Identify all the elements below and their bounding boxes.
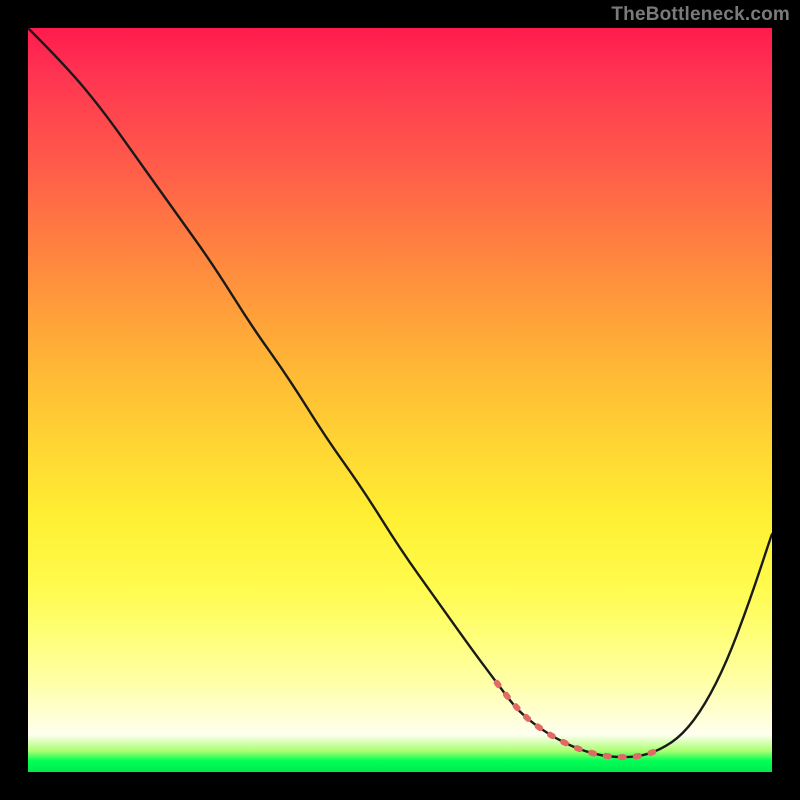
valley-minimum-marker [497, 683, 661, 757]
watermark-text: TheBottleneck.com [611, 4, 790, 26]
bottleneck-curve-svg [28, 28, 772, 772]
bottleneck-curve [28, 28, 772, 757]
chart-plot-area [28, 28, 772, 772]
